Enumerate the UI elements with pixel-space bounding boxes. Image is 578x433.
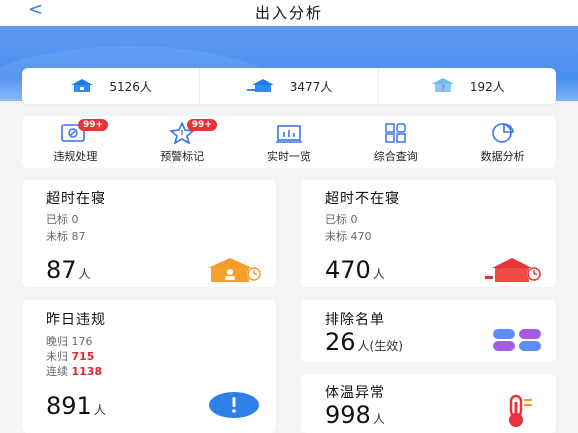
menu-violation-label: 违规处理 xyxy=(53,150,98,163)
card-temperature-count: 998 人 xyxy=(325,401,385,429)
continuous-label: 连续 xyxy=(46,365,68,378)
card-overtime-out-unit: 人 xyxy=(372,267,385,281)
card-exclude-unit: 人(生效) xyxy=(357,339,403,353)
menu-query[interactable]: 综合查询 xyxy=(342,116,449,168)
card-temperature[interactable]: 体温异常 998 人 xyxy=(301,374,556,433)
pie-chart-icon xyxy=(491,123,514,143)
card-overtime-in-number: 87 xyxy=(46,256,77,284)
stat-in[interactable]: 3477人 xyxy=(199,68,377,104)
house-alert-icon xyxy=(208,258,261,282)
menu-query-label: 综合查询 xyxy=(373,150,418,163)
card-yesterday-continuous: 连续 1138 xyxy=(46,363,102,379)
absent-label: 未归 xyxy=(46,350,68,363)
house-inbound-icon xyxy=(246,78,276,95)
card-overtime-in-marked: 已标 0 xyxy=(46,213,79,226)
card-yesterday-count: 891 人 xyxy=(46,392,106,420)
menu-analysis-label: 数据分析 xyxy=(480,150,525,163)
card-temperature-title: 体温异常 xyxy=(325,385,385,401)
stat-total[interactable]: 5126人 xyxy=(22,68,199,104)
card-overtime-out-unmarked: 未标 470 xyxy=(325,230,372,243)
continuous-value: 1138 xyxy=(71,365,103,378)
card-temperature-unit: 人 xyxy=(372,412,385,426)
stat-in-value: 3477人 xyxy=(289,79,333,94)
card-exclude[interactable]: 排除名单 26 人(生效) xyxy=(301,300,556,362)
late-label: 晚归 xyxy=(46,335,68,348)
card-yesterday-late: 晚归 176 xyxy=(46,333,93,349)
violation-badge: 99+ xyxy=(78,119,109,131)
absent-value: 715 xyxy=(71,350,95,363)
function-menu: 99+ 违规处理 99+ 预警标记 实时一览 综合查询 数据分析 xyxy=(22,116,556,168)
house-out-alert-icon xyxy=(485,258,541,282)
page-title: 出入分析 xyxy=(254,4,323,22)
menu-warning[interactable]: 99+ 预警标记 xyxy=(129,116,236,168)
house-question-icon: ? xyxy=(430,77,456,95)
thermometer-icon xyxy=(509,394,532,427)
card-temperature-number: 998 xyxy=(325,401,371,429)
exclamation-pill-icon xyxy=(209,392,259,418)
card-overtime-in-unmarked: 未标 87 xyxy=(46,230,86,243)
card-overtime-in-unit: 人 xyxy=(78,267,91,281)
card-exclude-title: 排除名单 xyxy=(325,312,385,328)
stat-unknown-value: 192人 xyxy=(469,79,505,94)
card-overtime-out-marked: 已标 0 xyxy=(325,213,358,226)
clover-grid-icon xyxy=(493,329,541,351)
query-grid-icon xyxy=(385,123,406,143)
stats-bar: 5126人 3477人 ? 192人 xyxy=(22,68,556,104)
menu-realtime[interactable]: 实时一览 xyxy=(236,116,343,168)
stat-unknown[interactable]: ? 192人 xyxy=(377,68,556,104)
card-yesterday-number: 891 xyxy=(46,392,92,420)
card-yesterday-absent: 未归 715 xyxy=(46,348,94,364)
menu-violation[interactable]: 99+ 违规处理 xyxy=(22,116,129,168)
menu-warning-label: 预警标记 xyxy=(160,150,205,163)
realtime-chart-icon xyxy=(275,125,302,143)
blue-house-icon xyxy=(69,78,95,95)
card-overtime-in-title: 超时在寝 xyxy=(46,191,106,207)
stat-total-value: 5126人 xyxy=(109,79,152,94)
card-overtime-in[interactable]: 超时在寝 已标 0 未标 87 87 人 xyxy=(22,180,276,287)
card-overtime-out-number: 470 xyxy=(325,256,371,284)
card-overtime-out-title: 超时不在寝 xyxy=(325,191,400,207)
late-value: 176 xyxy=(71,335,93,348)
card-yesterday-unit: 人 xyxy=(93,403,106,417)
card-exclude-number: 26 xyxy=(325,328,356,356)
menu-realtime-label: 实时一览 xyxy=(266,150,311,163)
menu-analysis[interactable]: 数据分析 xyxy=(449,116,556,168)
card-exclude-count: 26 人(生效) xyxy=(325,328,403,356)
card-yesterday-title: 昨日违规 xyxy=(46,312,106,328)
card-overtime-out-count: 470 人 xyxy=(325,256,385,284)
top-bar: < 出入分析 xyxy=(0,0,578,26)
warning-badge: 99+ xyxy=(186,119,217,131)
card-yesterday[interactable]: 昨日违规 晚归 176 未归 715 连续 1138 891 人 xyxy=(22,300,276,433)
card-overtime-out[interactable]: 超时不在寝 已标 0 未标 470 470 人 xyxy=(301,180,556,287)
card-overtime-in-count: 87 人 xyxy=(46,256,91,284)
svg-text:?: ? xyxy=(441,84,445,92)
